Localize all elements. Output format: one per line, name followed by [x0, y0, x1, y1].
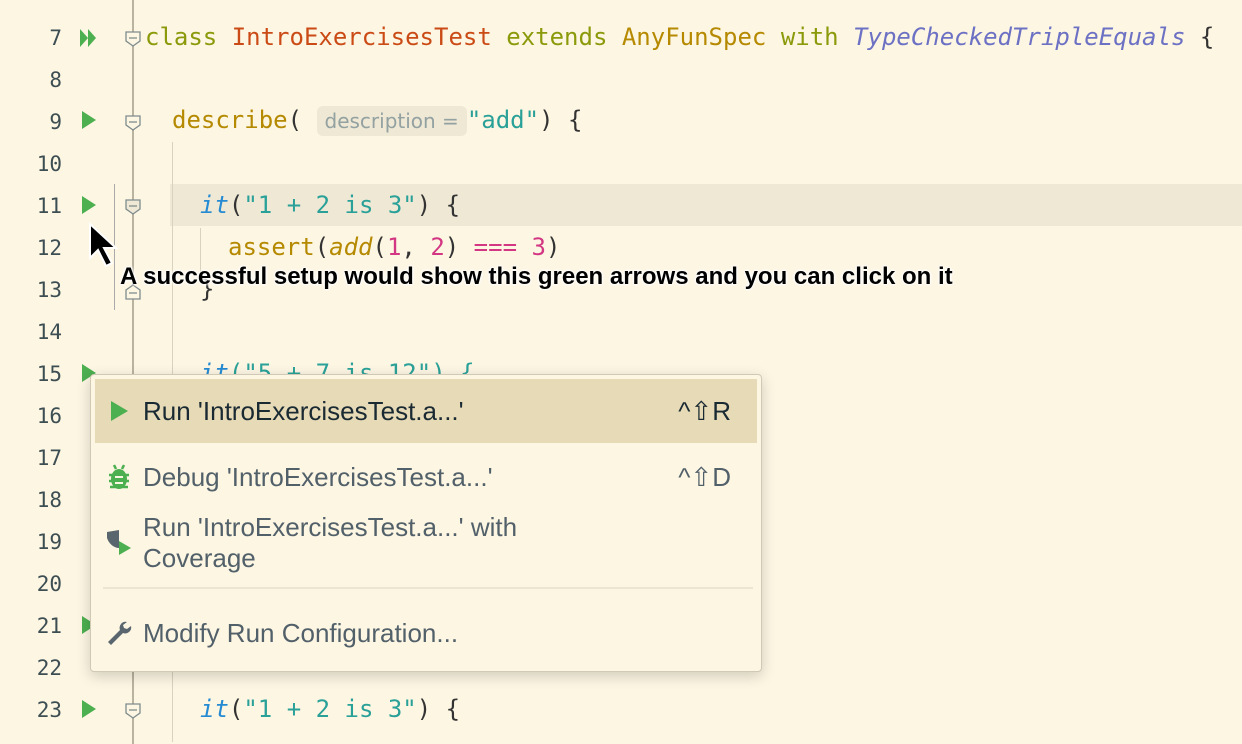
line-number: 13: [36, 278, 62, 302]
menu-item-label: Run 'IntroExercisesTest.a...' with Cover…: [143, 512, 518, 573]
it-call: it: [200, 191, 229, 219]
menu-item-label: Modify Run Configuration...: [143, 617, 459, 648]
shortcut: ^⇧D: [678, 461, 731, 492]
line-number: 15: [36, 362, 62, 386]
line-number: 22: [36, 656, 62, 680]
number: 3: [531, 233, 546, 261]
paren: ) {: [416, 191, 461, 219]
run-context-menu: Run 'IntroExercisesTest.a...' ^⇧R Debug …: [90, 374, 762, 672]
menu-item-label: Run 'IntroExercisesTest.a...': [143, 395, 464, 426]
fold-marker-icon[interactable]: [125, 199, 141, 215]
menu-item-run[interactable]: Run 'IntroExercisesTest.a...' ^⇧R: [95, 379, 757, 443]
menu-item-modify-config[interactable]: Modify Run Configuration...: [95, 601, 757, 665]
paren: (: [228, 695, 244, 723]
number: 1: [386, 233, 402, 261]
line-number: 12: [36, 236, 62, 260]
number: 2: [430, 233, 445, 261]
code-line-9: describe( description = "add") {: [172, 105, 582, 136]
paren: ) {: [539, 106, 583, 134]
function-name: add: [329, 233, 373, 261]
it-call: it: [200, 695, 229, 723]
fold-marker-icon[interactable]: [125, 115, 141, 131]
line-number: 11: [36, 194, 62, 218]
fold-marker-icon[interactable]: [125, 703, 141, 719]
menu-item-debug[interactable]: Debug 'IntroExercisesTest.a...' ^⇧D: [95, 445, 757, 509]
line-number: 17: [36, 446, 62, 470]
comma: ,: [401, 233, 431, 261]
paren: (: [372, 233, 387, 261]
run-icon[interactable]: [78, 697, 100, 721]
debug-icon: [95, 463, 143, 491]
wrench-icon: [95, 619, 143, 647]
paren: (: [228, 191, 244, 219]
paren: ) {: [416, 695, 461, 723]
paren: ): [545, 233, 561, 261]
paren: (: [287, 106, 303, 134]
trait-name: TypeCheckedTripleEquals: [853, 23, 1186, 51]
shortcut: ^⇧R: [678, 395, 731, 426]
mouse-pointer-icon: [89, 222, 119, 268]
line-number: 18: [36, 488, 62, 512]
operator: ===: [459, 233, 532, 261]
function-name: describe: [172, 106, 288, 134]
class-name: IntroExercisesTest: [231, 23, 492, 51]
line-number: 10: [36, 152, 62, 176]
run-icon[interactable]: [78, 108, 100, 132]
code-line-11: it("1 + 2 is 3") {: [200, 190, 460, 220]
run-icon[interactable]: [78, 193, 100, 217]
line-number: 14: [36, 320, 62, 344]
menu-item-coverage[interactable]: Run 'IntroExercisesTest.a...' with Cover…: [95, 511, 757, 575]
coverage-icon: [95, 528, 143, 558]
code-line-12: assert(add(1, 2) === 3): [228, 232, 560, 262]
paren: (: [314, 233, 330, 261]
paren: ): [444, 233, 460, 261]
line-number: 20: [36, 572, 62, 596]
keyword: with: [780, 23, 839, 51]
line-number: 7: [49, 26, 62, 50]
code-line-23: it("1 + 2 is 3") {: [200, 694, 460, 724]
run-all-icon[interactable]: [78, 26, 100, 50]
line-number: 9: [49, 110, 62, 134]
parent-class: AnyFunSpec: [621, 23, 767, 51]
code-line-7: class IntroExercisesTest extends AnyFunS…: [145, 22, 1214, 52]
line-number: 8: [49, 68, 62, 92]
menu-item-label: Debug 'IntroExercisesTest.a...': [143, 461, 493, 492]
line-number: 21: [36, 614, 62, 638]
fold-marker-icon[interactable]: [125, 31, 141, 47]
keyword: class: [145, 23, 218, 51]
line-number: 23: [36, 698, 62, 722]
function-name: assert: [228, 233, 315, 261]
current-line-highlight: [8, 184, 1242, 226]
string-literal: "add": [466, 106, 540, 134]
parameter-hint: description =: [316, 106, 467, 136]
line-number: 19: [36, 530, 62, 554]
menu-separator: [103, 587, 753, 589]
string-literal: "1 + 2 is 3": [243, 695, 417, 723]
run-icon: [95, 399, 143, 423]
keyword: extends: [506, 23, 608, 51]
annotation-text: A successful setup would show this green…: [120, 263, 953, 290]
string-literal: "1 + 2 is 3": [243, 191, 417, 219]
brace: {: [1199, 23, 1215, 51]
line-number: 16: [36, 404, 62, 428]
